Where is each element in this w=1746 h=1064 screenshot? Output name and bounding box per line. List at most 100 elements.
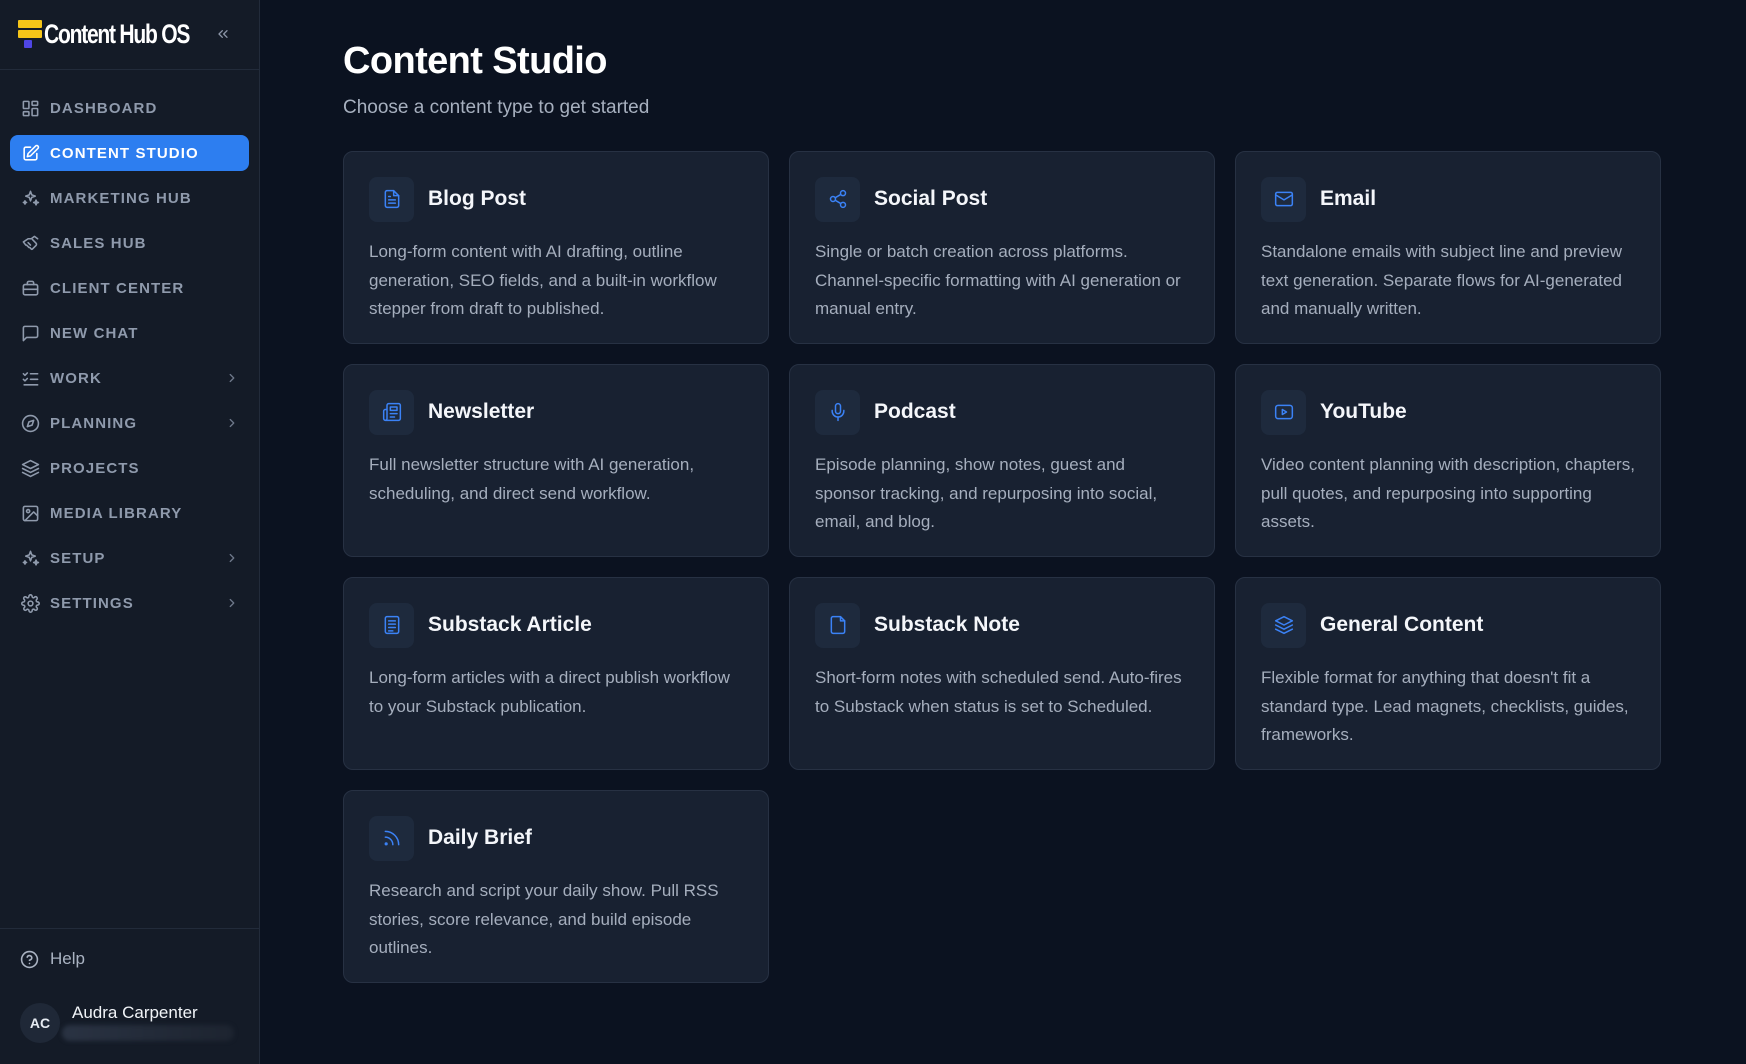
dashboard-icon <box>20 98 40 118</box>
image-icon <box>20 503 40 523</box>
card-title: General Content <box>1320 613 1484 636</box>
card-header: Email <box>1261 176 1636 222</box>
sidebar-item-label: CLIENT CENTER <box>50 279 185 297</box>
sidebar-item-label: SALES HUB <box>50 234 147 252</box>
card-description: Full newsletter structure with AI genera… <box>369 455 695 503</box>
sidebar-item-setup[interactable]: SETUP <box>10 540 249 576</box>
sidebar-item-label: WORK <box>50 369 102 387</box>
card-title: YouTube <box>1320 400 1407 423</box>
article-icon <box>369 602 414 648</box>
sidebar-item-work[interactable]: WORK <box>10 360 249 396</box>
card-description: Long-form articles with a direct publish… <box>369 668 730 716</box>
gear-icon <box>20 593 40 613</box>
share-icon <box>815 176 860 222</box>
sidebar-item-label: SETUP <box>50 549 106 567</box>
card-description: Single or batch creation across platform… <box>815 242 1181 318</box>
main-content: Content Studio Choose a content type to … <box>260 0 1746 1064</box>
card-title: Email <box>1320 187 1377 210</box>
sidebar-item-sales-hub[interactable]: SALES HUB <box>10 225 249 261</box>
sidebar-item-dashboard[interactable]: DASHBOARD <box>10 90 249 126</box>
card-header: Daily Brief <box>369 815 744 861</box>
note-icon <box>815 602 860 648</box>
sidebar-item-settings[interactable]: SETTINGS <box>10 585 249 621</box>
layers-icon <box>1261 602 1306 648</box>
layers-icon <box>20 458 40 478</box>
content-type-card-social-post[interactable]: Social Post Single or batch creation acro… <box>789 151 1215 344</box>
user-name: Audra Carpenter <box>72 1003 198 1022</box>
chevron-right-icon <box>225 551 239 565</box>
user-email-redacted <box>62 1025 234 1041</box>
chat-icon <box>20 323 40 343</box>
content-type-card-podcast[interactable]: Podcast Episode planning, show notes, gue… <box>789 364 1215 557</box>
card-description: Research and script your daily show. Pul… <box>369 881 719 957</box>
brand-name: Content Hub OS <box>44 19 190 49</box>
handshake-icon <box>20 233 40 253</box>
content-type-card-email[interactable]: Email Standalone emails with subject line… <box>1235 151 1661 344</box>
content-type-grid: Blog Post Long-form content with AI draft… <box>343 151 1746 983</box>
content-type-card-blog-post[interactable]: Blog Post Long-form content with AI draft… <box>343 151 769 344</box>
help-link[interactable]: Help <box>10 947 249 971</box>
sidebar-item-planning[interactable]: PLANNING <box>10 405 249 441</box>
sidebar-item-label: PLANNING <box>50 414 138 432</box>
chevron-right-icon <box>225 371 239 385</box>
help-circle-icon <box>20 949 40 969</box>
card-header: Newsletter <box>369 389 744 435</box>
card-title: Podcast <box>874 400 956 423</box>
brand: Content Hub OS <box>0 0 259 70</box>
card-description: Episode planning, show notes, guest and … <box>815 455 1158 531</box>
sidebar-item-label: CONTENT STUDIO <box>50 144 199 162</box>
sparkles-icon <box>20 548 40 568</box>
card-header: General Content <box>1261 602 1636 648</box>
card-header: Blog Post <box>369 176 744 222</box>
card-description: Flexible format for anything that doesn'… <box>1261 668 1629 744</box>
sidebar-item-client-center[interactable]: CLIENT CENTER <box>10 270 249 306</box>
user-menu[interactable]: AC Audra Carpenter <box>10 997 249 1043</box>
sidebar: Content Hub OS DASHBOARD CONTENT STUDIO MA… <box>0 0 260 1064</box>
sidebar-item-new-chat[interactable]: NEW CHAT <box>10 315 249 351</box>
list-check-icon <box>20 368 40 388</box>
chevron-right-icon <box>225 416 239 430</box>
sidebar-item-marketing-hub[interactable]: MARKETING HUB <box>10 180 249 216</box>
newspaper-icon <box>369 389 414 435</box>
collapse-sidebar-icon[interactable] <box>211 22 235 46</box>
card-title: Blog Post <box>428 187 526 210</box>
card-description: Short-form notes with scheduled send. Au… <box>815 668 1182 716</box>
content-type-card-substack-note[interactable]: Substack Note Short-form notes with sched… <box>789 577 1215 770</box>
content-type-card-newsletter[interactable]: Newsletter Full newsletter structure with… <box>343 364 769 557</box>
page-subtitle: Choose a content type to get started <box>343 97 650 118</box>
sidebar-item-media-library[interactable]: MEDIA LIBRARY <box>10 495 249 531</box>
sidebar-item-label: MARKETING HUB <box>50 189 192 207</box>
card-title: Substack Note <box>874 613 1020 636</box>
chevron-right-icon <box>225 596 239 610</box>
card-header: Podcast <box>815 389 1190 435</box>
card-header: YouTube <box>1261 389 1636 435</box>
content-type-card-general-content[interactable]: General Content Flexible format for anyth… <box>1235 577 1661 770</box>
card-title: Substack Article <box>428 613 592 636</box>
card-description: Video content planning with description,… <box>1261 455 1635 531</box>
sidebar-footer: Help AC Audra Carpenter <box>0 928 259 1064</box>
microphone-icon <box>815 389 860 435</box>
sparkles-icon <box>20 188 40 208</box>
card-description: Standalone emails with subject line and … <box>1261 242 1623 318</box>
briefcase-icon <box>20 278 40 298</box>
sidebar-item-label: MEDIA LIBRARY <box>50 504 183 522</box>
content-type-card-daily-brief[interactable]: Daily Brief Research and script your dail… <box>343 790 769 983</box>
card-title: Social Post <box>874 187 988 210</box>
logo-icon <box>18 19 42 50</box>
content-type-card-youtube[interactable]: YouTube Video content planning with descr… <box>1235 364 1661 557</box>
content-type-card-substack-article[interactable]: Substack Article Long-form articles with … <box>343 577 769 770</box>
sidebar-item-projects[interactable]: PROJECTS <box>10 450 249 486</box>
card-header: Substack Note <box>815 602 1190 648</box>
avatar: AC <box>20 1003 60 1043</box>
card-title: Daily Brief <box>428 826 532 849</box>
page-title: Content Studio <box>343 40 607 82</box>
sidebar-item-label: PROJECTS <box>50 459 140 477</box>
app-shell: Content Hub OS DASHBOARD CONTENT STUDIO MA… <box>0 0 1746 1064</box>
sidebar-nav: DASHBOARD CONTENT STUDIO MARKETING HUB SALE… <box>0 70 259 928</box>
video-icon <box>1261 389 1306 435</box>
sidebar-item-content-studio[interactable]: CONTENT STUDIO <box>10 135 249 171</box>
sidebar-item-label: SETTINGS <box>50 594 134 612</box>
rss-icon <box>369 815 414 861</box>
card-description: Long-form content with AI drafting, outl… <box>369 242 717 318</box>
sidebar-item-label: DASHBOARD <box>50 99 158 117</box>
